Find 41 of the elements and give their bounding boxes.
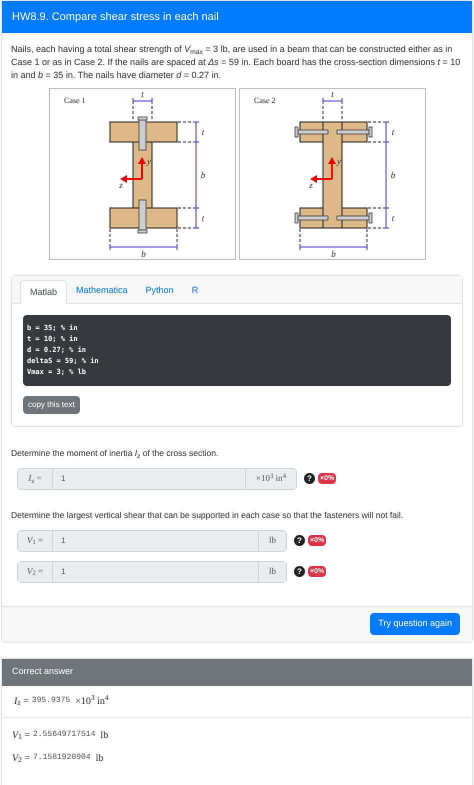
copy-button[interactable]: copy this text bbox=[23, 396, 80, 414]
code-tab[interactable]: R bbox=[182, 279, 208, 303]
case-label: Case 2 bbox=[254, 96, 276, 105]
dimension-label: t bbox=[391, 127, 394, 137]
coordinate-axes-drawing bbox=[310, 157, 336, 183]
dimension-label: b bbox=[200, 170, 205, 180]
answer-value: 395.9375 bbox=[32, 695, 70, 707]
question-prompt: Determine the moment of inertia I$_{z}$ of the cross section. bbox=[11, 447, 220, 460]
help-icon[interactable]: ? bbox=[304, 473, 315, 484]
card-header: HW8.9. Compare shear stress in each nail bbox=[2, 1, 472, 33]
code-tab[interactable]: Matlab bbox=[20, 280, 68, 304]
code-tab[interactable]: Mathematica bbox=[67, 279, 137, 303]
coordinate-axes-drawing bbox=[120, 157, 146, 183]
answer-unit: ×10$^{3}$ in$^{4}$ bbox=[75, 694, 109, 708]
dimension-label: b bbox=[330, 249, 336, 259]
answer-unit: lb bbox=[96, 752, 104, 766]
problem-statement: Nails, each having a total shear strength of V$_{max}$ = 3 lb, are used in a beam that can be constructed either as in Case 1 or as in Case 2. If the nails are spaced at Δs = 59 in. Each board has the cross-section dimensions t = 10 in and b = 35 in. The nails have diameter d = 0.27 in. bbox=[11, 43, 462, 82]
axis-label: y bbox=[146, 156, 150, 166]
axis-label: y bbox=[336, 156, 340, 166]
card-header: Correct answer bbox=[2, 658, 472, 686]
help-icon[interactable]: ? bbox=[294, 535, 305, 546]
dimension-label: t bbox=[201, 127, 204, 137]
answer-unit: lb bbox=[100, 728, 108, 742]
answer-label: V$_{2}$ = bbox=[12, 752, 30, 766]
answer-value: 2.55649717514 bbox=[33, 729, 96, 741]
answer-value: 7.1581920904 bbox=[33, 752, 91, 764]
dimension-label: b bbox=[390, 170, 395, 180]
answer-label: I$_{z}$ = bbox=[14, 694, 29, 708]
case-label: Case 1 bbox=[64, 96, 86, 105]
help-icon[interactable]: ? bbox=[294, 566, 305, 577]
question-prompt: Determine the largest vertical shear that can be supported in each case so that the fasteners will not fail. bbox=[11, 508, 404, 522]
code-tab[interactable]: Python bbox=[136, 279, 183, 303]
dimension-label: b bbox=[140, 249, 146, 259]
dimension-label: t bbox=[391, 213, 394, 223]
answer-label: V$_{1}$ = bbox=[12, 728, 30, 742]
dimension-label: t bbox=[140, 89, 144, 99]
try-again-button[interactable]: Try question again bbox=[370, 613, 460, 635]
axis-label: z bbox=[308, 180, 312, 190]
dimension-label: t bbox=[330, 89, 334, 99]
dimension-label: t bbox=[201, 213, 204, 223]
axis-label: z bbox=[118, 180, 122, 190]
